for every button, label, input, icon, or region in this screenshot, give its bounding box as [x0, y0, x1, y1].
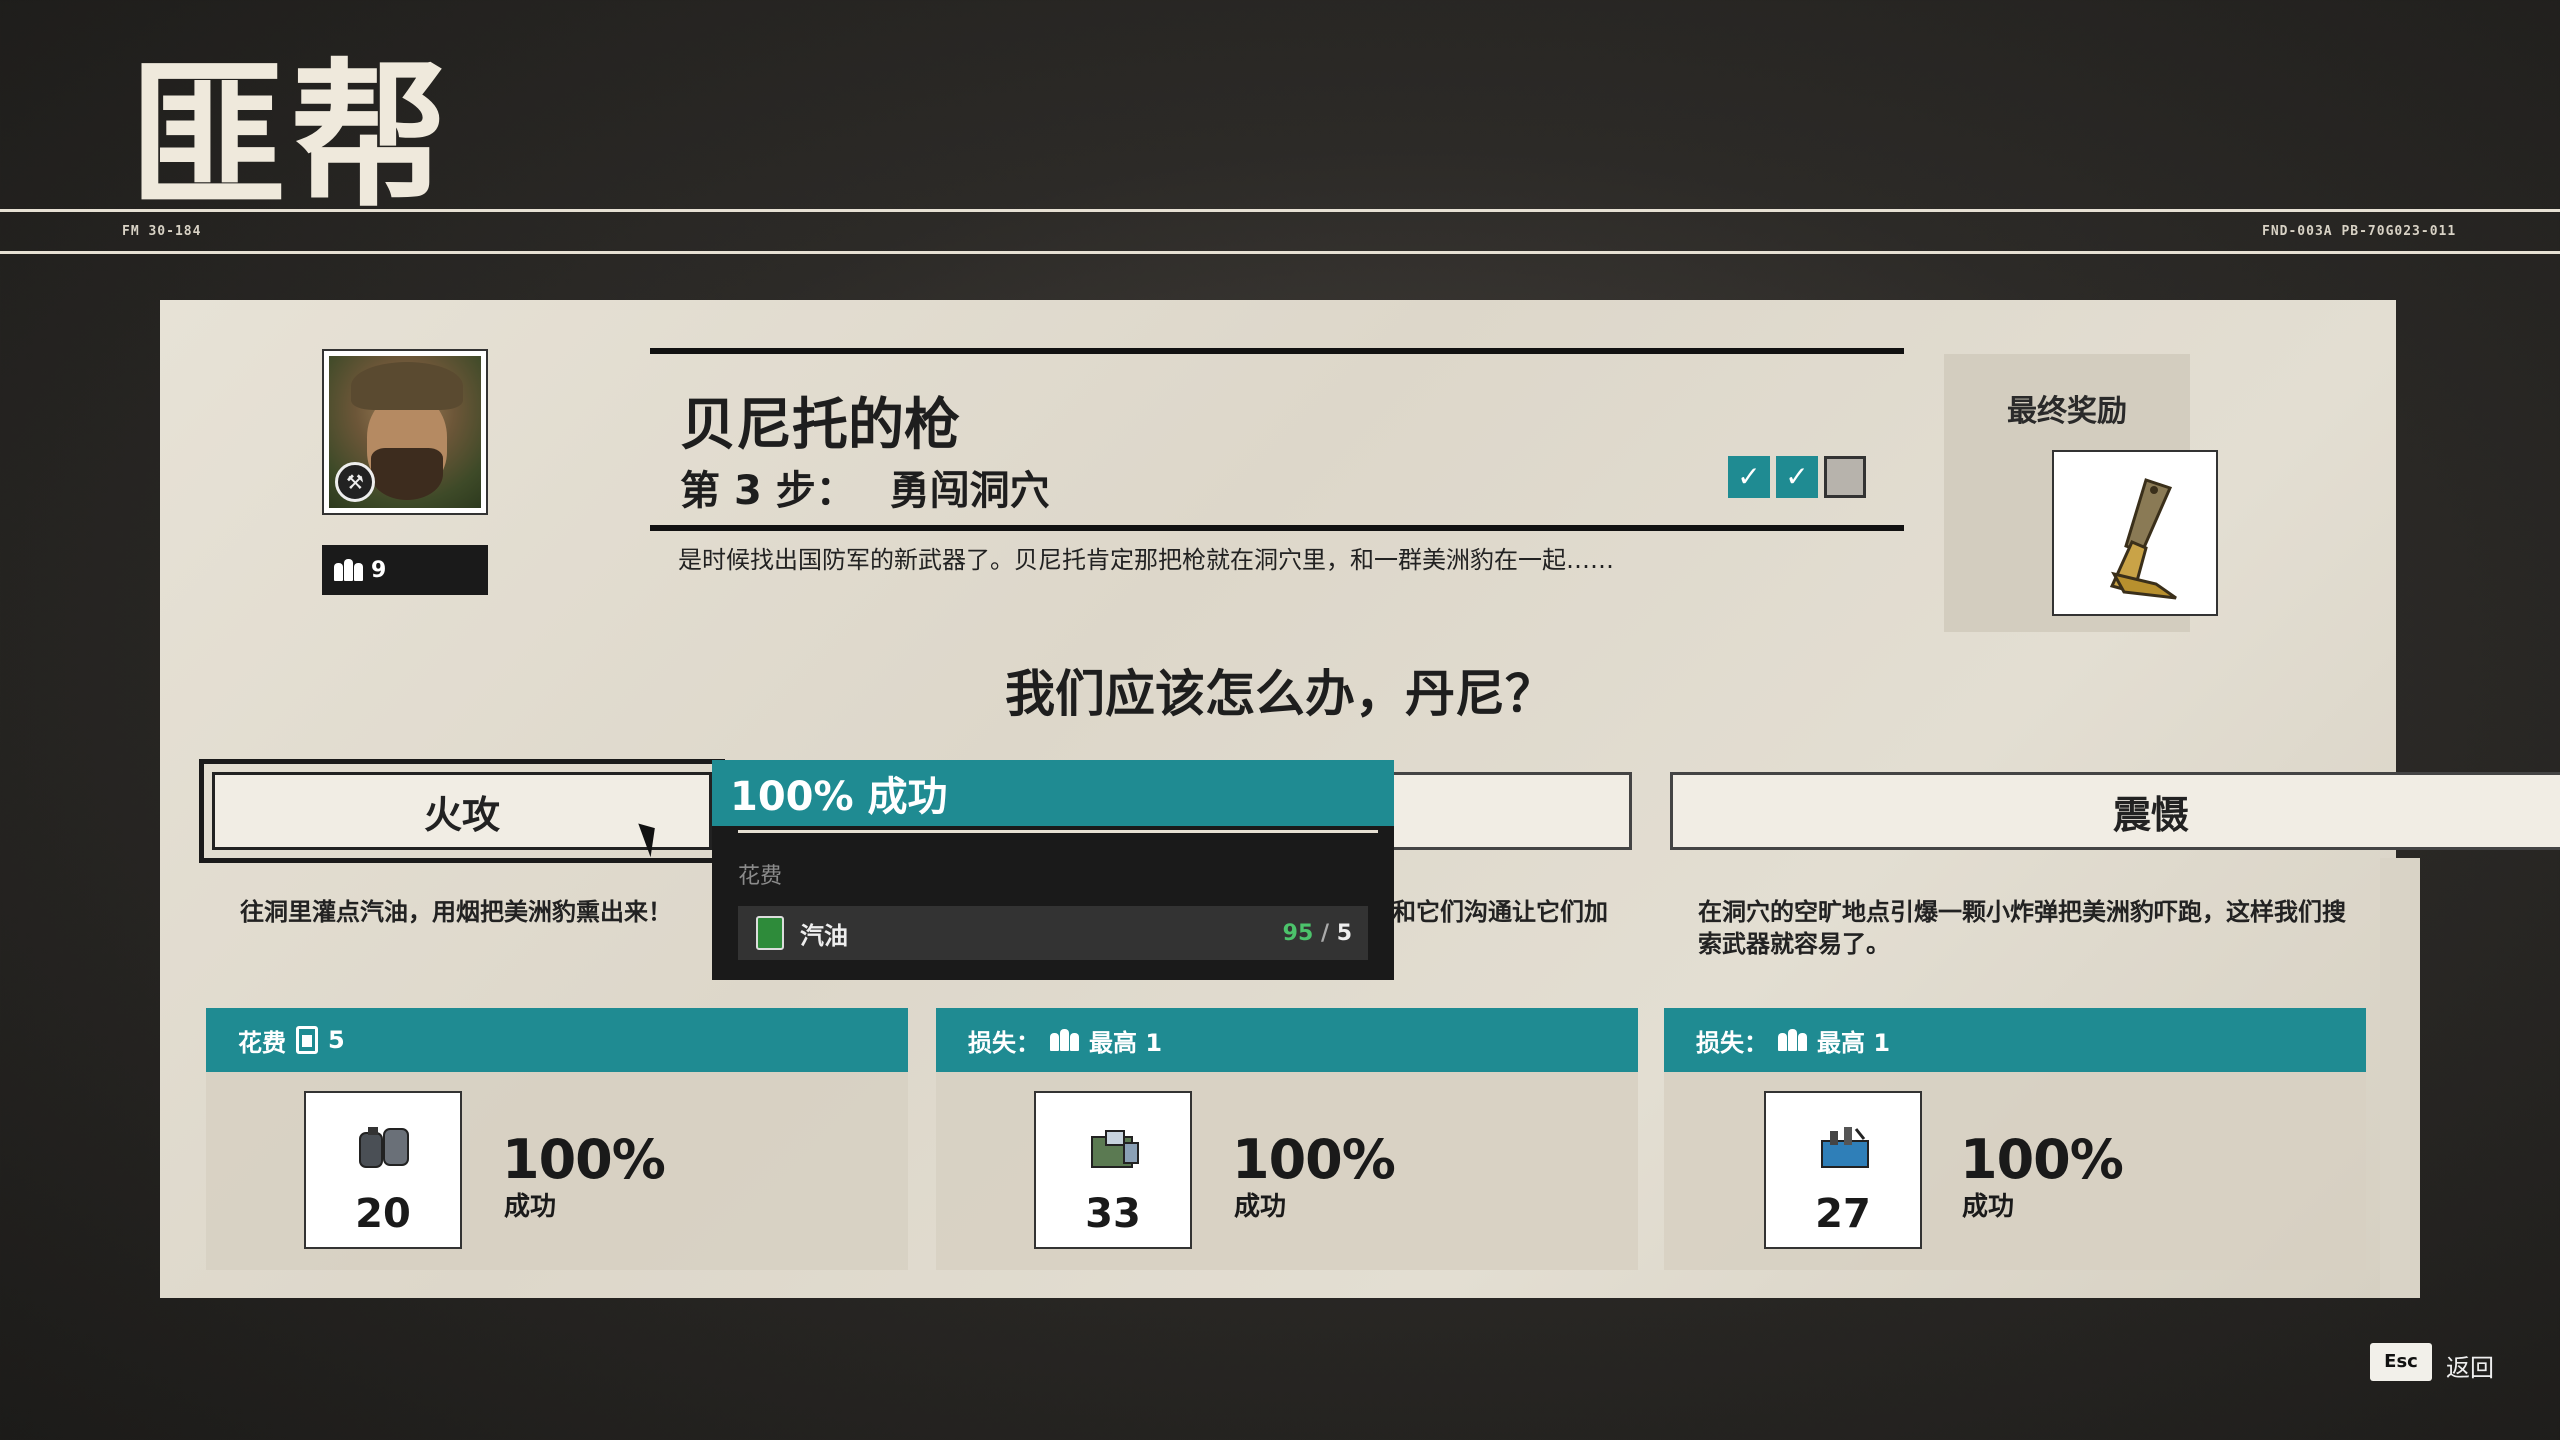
- option-intimidate-button[interactable]: 震慑: [1670, 772, 2560, 850]
- step-complete-check-icon: ✓: [1776, 456, 1818, 498]
- people-icon: [1050, 1029, 1079, 1051]
- cost-label: 花费: [238, 1028, 286, 1057]
- final-reward-title: 最终奖励: [2007, 394, 2127, 429]
- mission-description: 是时候找出国防军的新武器了。贝尼托肯定那把枪就在洞穴里，和一群美洲豹在一起……: [678, 546, 1614, 574]
- doc-code-left: FM 30-184: [122, 224, 202, 239]
- cost-item-quantity: 95 / 5: [1283, 921, 1352, 946]
- step-prefix: 第: [680, 468, 720, 514]
- people-icon: [334, 559, 363, 581]
- loss-value: 最高 1: [1089, 1028, 1163, 1057]
- loss-label: 损失：: [968, 1028, 1040, 1057]
- character-portrait: ⚒: [322, 349, 488, 515]
- specialist-badge-icon: ⚒: [335, 462, 375, 502]
- option-cost-bar: 花费 5: [206, 1008, 908, 1072]
- member-count-value: 9: [371, 557, 387, 583]
- decision-question: 我们应该怎么办，丹尼？: [1005, 665, 1555, 723]
- success-percent: 100%: [1960, 1128, 2124, 1191]
- option-loss-bar: 损失： 最高 1: [1664, 1008, 2366, 1072]
- option-loss-bar: 损失： 最高 1: [936, 1008, 1638, 1072]
- paper-tab: [2380, 858, 2420, 1298]
- success-label: 成功: [504, 1192, 557, 1222]
- loss-label: 损失：: [1696, 1028, 1768, 1057]
- resource-box: 27: [1764, 1091, 1922, 1249]
- canister-icon: [359, 1127, 409, 1168]
- final-reward-item[interactable]: [2052, 450, 2218, 616]
- step-suffix: 步：: [775, 468, 856, 514]
- tooltip-divider: [738, 830, 1378, 833]
- explosive-box-icon: [1821, 1127, 1869, 1168]
- success-percent: 100%: [502, 1128, 666, 1191]
- resource-count: 20: [355, 1191, 411, 1237]
- step-progress: ✓ ✓: [1728, 456, 1866, 498]
- step-pending-box-icon: [1824, 456, 1866, 498]
- item-sep: /: [1320, 920, 1330, 946]
- success-label: 成功: [1962, 1192, 2015, 1222]
- golden-pistol-icon: [2109, 478, 2177, 600]
- success-label: 成功: [1234, 1192, 1287, 1222]
- item-need: 5: [1336, 920, 1352, 946]
- fuel-can-icon: [756, 916, 784, 950]
- mission-rule-top: [650, 348, 1904, 354]
- page-title: 匪帮: [128, 45, 452, 229]
- tooltip-cost-label: 花费: [738, 864, 783, 889]
- supply-crate-icon: [1091, 1130, 1139, 1168]
- esc-key-button[interactable]: Esc: [2370, 1343, 2432, 1381]
- mission-step: 第 3 步： 勇闯洞穴: [680, 458, 1050, 516]
- option-description: 和它们沟通让它们加: [1392, 898, 1608, 926]
- member-count-badge: 9: [322, 545, 488, 595]
- success-percent: 100%: [1232, 1128, 1396, 1191]
- resource-count: 33: [1085, 1191, 1141, 1237]
- resource-box: 33: [1034, 1091, 1192, 1249]
- tooltip-title: 100% 成功: [712, 760, 1394, 826]
- step-number: 3: [733, 468, 762, 514]
- people-icon: [1778, 1029, 1807, 1051]
- cost-item-name: 汽油: [800, 921, 848, 950]
- option-description: 在洞穴的空旷地点引爆一颗小炸弹把美洲豹吓跑，这样我们搜索武器就容易了。: [1698, 898, 2346, 958]
- item-have: 95: [1282, 920, 1314, 946]
- step-complete-check-icon: ✓: [1728, 456, 1770, 498]
- resource-box: 20: [304, 1091, 462, 1249]
- step-name: 勇闯洞穴: [889, 468, 1050, 514]
- mission-rule-bottom: [650, 525, 1904, 531]
- option-description: 往洞里灌点汽油，用烟把美洲豹熏出来！: [240, 898, 672, 926]
- option-fire-attack-button[interactable]: 火攻: [199, 759, 725, 863]
- back-label[interactable]: 返回: [2446, 1348, 2494, 1383]
- fuel-icon: [296, 1026, 318, 1054]
- resource-count: 27: [1815, 1191, 1871, 1237]
- mission-name: 贝尼托的枪: [680, 393, 960, 458]
- tooltip-cost-row: 汽油 95 / 5: [738, 906, 1368, 960]
- cost-value: 5: [328, 1026, 345, 1054]
- doc-code-right: FND-003A PB-70G023-011: [2262, 224, 2457, 239]
- header-rule-top: [0, 209, 2560, 212]
- header-rule-bottom: [0, 251, 2560, 254]
- loss-value: 最高 1: [1817, 1028, 1891, 1057]
- option-talk-button[interactable]: [1380, 772, 1632, 850]
